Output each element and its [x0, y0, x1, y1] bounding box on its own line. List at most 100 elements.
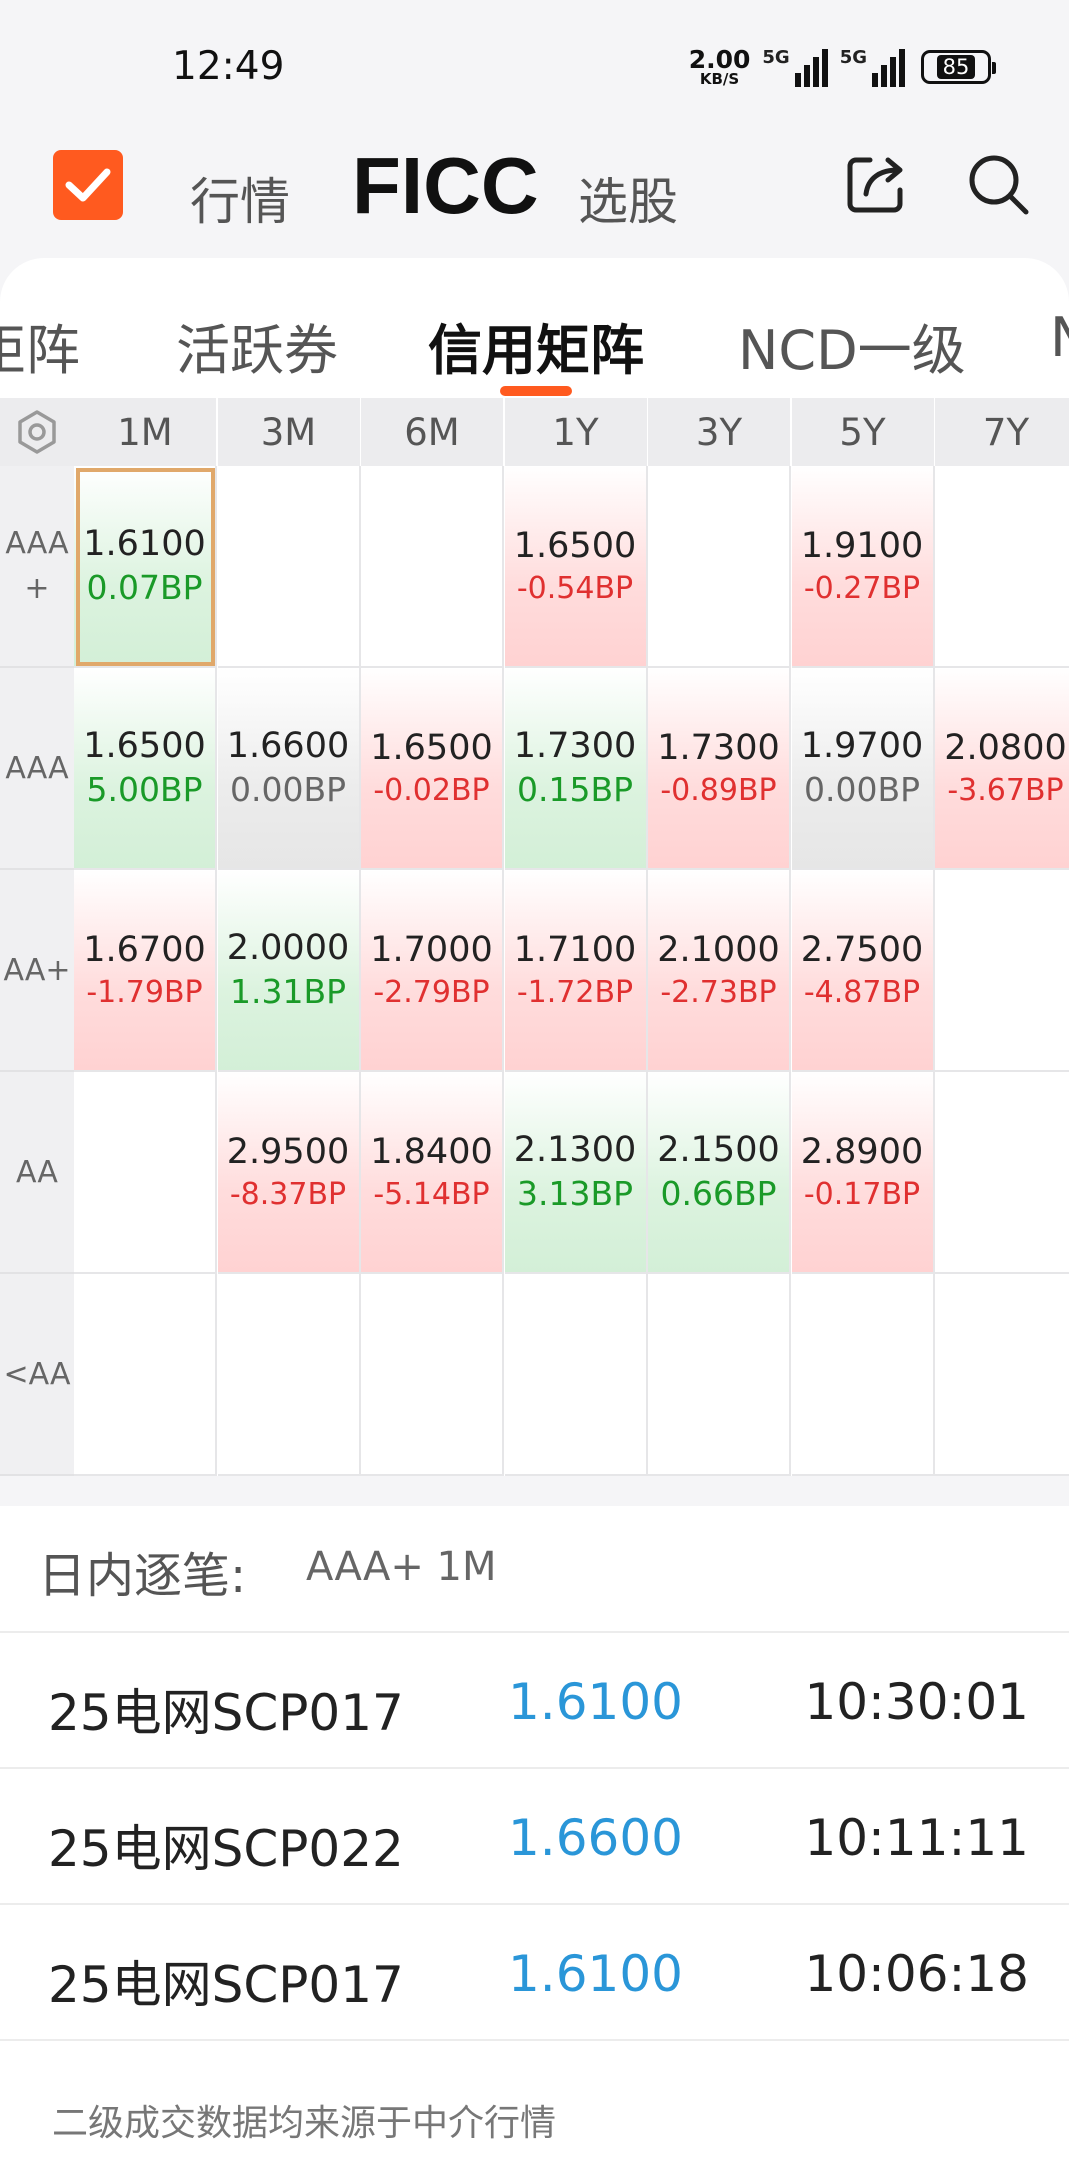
tab-ficc[interactable]: FICC: [352, 140, 539, 232]
intraday-selection: AAA+ 1M: [306, 1544, 497, 1590]
section-gap: [0, 1476, 1069, 1506]
divider: [0, 2039, 1069, 2041]
matrix-cell[interactable]: 1.6500 -0.54BP: [504, 466, 648, 668]
cell-change: -0.54BP: [516, 571, 634, 607]
matrix-cell[interactable]: [504, 1274, 648, 1476]
matrix-cell[interactable]: 1.6600 0.00BP: [217, 668, 361, 870]
signal-icon-sim2: 5G: [840, 47, 905, 87]
matrix-cell[interactable]: [935, 870, 1069, 1072]
cell-rate: 1.6500: [370, 727, 493, 768]
tab-xuangu[interactable]: 选股: [578, 162, 678, 234]
top-nav: 行情 FICC 选股: [0, 130, 1069, 260]
intraday-title: 日内逐笔:: [38, 1548, 247, 1604]
battery-level: 85: [936, 55, 976, 79]
term-header: 3Y: [648, 398, 791, 466]
term-header: 6M: [361, 398, 504, 466]
matrix-cell[interactable]: 1.6100 0.07BP: [74, 466, 217, 668]
cell-rate: 2.1000: [657, 929, 780, 970]
matrix-cell[interactable]: 2.1500 0.66BP: [648, 1072, 791, 1274]
matrix-cell[interactable]: 2.1300 3.13BP: [504, 1072, 648, 1274]
sub-tab-indicator: [500, 386, 572, 396]
matrix-cell[interactable]: [217, 1274, 361, 1476]
cell-rate: 1.6100: [83, 523, 206, 564]
sub-tab-ncd-primary[interactable]: NCD一级: [738, 306, 966, 385]
rating-label: AA+: [0, 870, 74, 1072]
status-bar: 12:49 2.00 KB/S 5G 5G 85: [0, 0, 1069, 130]
trade-bond-name: 25电网SCP022: [48, 1820, 404, 1878]
cell-rate: 1.6700: [83, 929, 206, 970]
trade-bond-name: 25电网SCP017: [48, 1684, 404, 1742]
matrix-cell[interactable]: 1.9700 0.00BP: [791, 668, 935, 870]
matrix-cell[interactable]: 1.7000 -2.79BP: [361, 870, 504, 1072]
tab-hangqing[interactable]: 行情: [190, 162, 290, 234]
rating-label: AAA +: [0, 466, 74, 668]
cell-change: 0.66BP: [660, 1174, 777, 1214]
matrix-cell[interactable]: [791, 1274, 935, 1476]
trade-price: 1.6100: [508, 1673, 683, 1731]
matrix-cell[interactable]: 1.8400 -5.14BP: [361, 1072, 504, 1274]
sub-tab-more[interactable]: N: [1050, 306, 1069, 369]
cell-change: -8.37BP: [229, 1177, 347, 1213]
trade-bond-name: 25电网SCP017: [48, 1956, 404, 2014]
network-speed-unit: KB/S: [699, 70, 740, 88]
cell-rate: 1.6600: [226, 725, 350, 766]
cell-change: -4.87BP: [803, 975, 921, 1011]
term-header: 5Y: [791, 398, 935, 466]
cell-change: -0.02BP: [373, 773, 490, 809]
cell-change: -0.27BP: [803, 571, 921, 607]
matrix-cell[interactable]: [217, 466, 361, 668]
check-logo-icon[interactable]: [53, 150, 123, 220]
search-icon[interactable]: [964, 150, 1032, 218]
matrix-cell[interactable]: 1.7300 -0.89BP: [648, 668, 791, 870]
matrix-cell[interactable]: [74, 1274, 217, 1476]
sub-tab-active-bonds[interactable]: 活跃券: [176, 306, 338, 385]
matrix-cell[interactable]: 1.7100 -1.72BP: [504, 870, 648, 1072]
matrix-cell[interactable]: [361, 1274, 504, 1476]
cell-change: 0.15BP: [516, 770, 633, 810]
matrix-cell[interactable]: 1.6500 -0.02BP: [361, 668, 504, 870]
cell-change: 1.31BP: [229, 972, 346, 1012]
matrix-cell[interactable]: 2.8900 -0.17BP: [791, 1072, 935, 1274]
trade-row[interactable]: 25电网SCP022 1.6600 10:11:11: [0, 1769, 1069, 1904]
trade-row[interactable]: 25电网SCP017 1.6100 10:30:01: [0, 1633, 1069, 1768]
share-icon[interactable]: [842, 150, 910, 218]
cell-rate: 2.0800: [944, 727, 1067, 768]
term-header: 7Y: [935, 398, 1069, 466]
sim2-network-label: 5G: [839, 47, 867, 68]
cell-change: -0.17BP: [803, 1177, 921, 1213]
matrix-cell[interactable]: 1.7300 0.15BP: [504, 668, 648, 870]
matrix-cell[interactable]: 1.6700 -1.79BP: [74, 870, 217, 1072]
matrix-cell[interactable]: [648, 466, 791, 668]
cell-change: 3.13BP: [516, 1174, 633, 1214]
battery-icon: 85: [921, 50, 996, 84]
matrix-cell[interactable]: [935, 1072, 1069, 1274]
rating-label: AA: [0, 1072, 74, 1274]
matrix-cell[interactable]: [935, 1274, 1069, 1476]
matrix-cell[interactable]: [74, 1072, 217, 1274]
matrix-cell[interactable]: [361, 466, 504, 668]
matrix-cell[interactable]: 2.7500 -4.87BP: [791, 870, 935, 1072]
cell-rate: 1.8400: [370, 1131, 493, 1172]
sub-tab-credit-matrix[interactable]: 信用矩阵: [428, 306, 644, 385]
cell-rate: 1.9700: [800, 725, 924, 766]
matrix-cell[interactable]: 2.1000 -2.73BP: [648, 870, 791, 1072]
cell-change: 0.07BP: [86, 568, 203, 608]
cell-rate: 1.7300: [513, 725, 637, 766]
status-time: 12:49: [172, 44, 285, 89]
network-speed-value: 2.00: [688, 45, 751, 74]
matrix-cell[interactable]: 2.0800 -3.67BP: [935, 668, 1069, 870]
cell-change: -2.73BP: [660, 975, 777, 1011]
sub-tab-matrix[interactable]: 矩阵: [0, 306, 80, 385]
matrix-cell[interactable]: [648, 1274, 791, 1476]
trade-row[interactable]: 25电网SCP017 1.6100 10:06:18: [0, 1905, 1069, 2040]
cell-change: 0.00BP: [803, 770, 920, 810]
matrix-cell[interactable]: [935, 466, 1069, 668]
trade-time: 10:06:18: [804, 1945, 1029, 2003]
matrix-cell[interactable]: 1.6500 5.00BP: [74, 668, 217, 870]
sub-tab-bar: 矩阵 活跃券 信用矩阵 NCD一级 N: [0, 258, 1069, 398]
intraday-header: 日内逐笔: AAA+ 1M: [0, 1506, 1069, 1631]
cell-change: -2.79BP: [373, 975, 490, 1011]
matrix-cell[interactable]: 2.9500 -8.37BP: [217, 1072, 361, 1274]
matrix-cell[interactable]: 1.9100 -0.27BP: [791, 466, 935, 668]
matrix-cell[interactable]: 2.0000 1.31BP: [217, 870, 361, 1072]
